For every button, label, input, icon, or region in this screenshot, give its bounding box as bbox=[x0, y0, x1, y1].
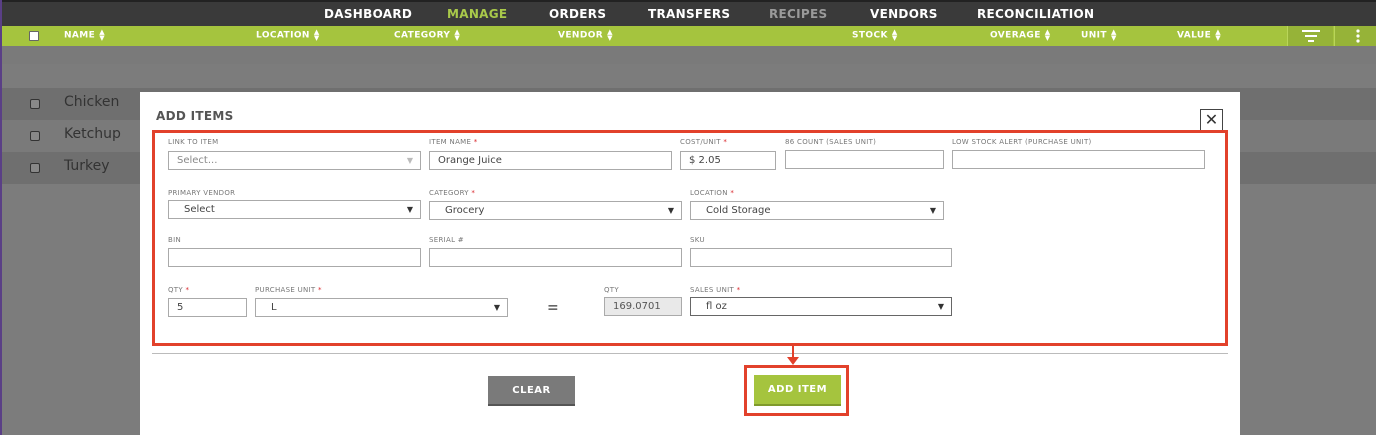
nav-dashboard[interactable]: DASHBOARD bbox=[324, 7, 412, 21]
kebab-menu-icon[interactable] bbox=[1334, 26, 1376, 46]
row-name: Ketchup bbox=[64, 126, 121, 142]
bin-input[interactable] bbox=[168, 248, 421, 267]
row-name: Turkey bbox=[64, 158, 110, 174]
qty-input[interactable]: 5 bbox=[168, 298, 247, 317]
category-label: CATEGORY * bbox=[429, 189, 476, 197]
link-to-item-select[interactable]: Select... ▼ bbox=[168, 151, 421, 170]
sort-icon: ▲ ▼ bbox=[607, 28, 613, 42]
column-header-location[interactable]: LOCATION ▲ ▼ bbox=[256, 28, 320, 42]
item-name-input[interactable]: Orange Juice bbox=[429, 151, 672, 170]
sales-unit-label: SALES UNIT * bbox=[690, 286, 741, 294]
modal-divider bbox=[152, 353, 1228, 354]
modal-title: ADD ITEMS bbox=[156, 109, 234, 123]
chevron-down-icon: ▼ bbox=[406, 156, 413, 165]
nav-vendors[interactable]: VENDORS bbox=[870, 7, 938, 21]
column-header-stock[interactable]: STOCK ▲ ▼ bbox=[852, 28, 898, 42]
sort-icon: ▲ ▼ bbox=[1215, 28, 1221, 42]
sort-icon: ▲ ▼ bbox=[1044, 28, 1051, 42]
table-spacer bbox=[2, 46, 1376, 64]
row-checkbox[interactable] bbox=[30, 99, 40, 109]
filter-icon[interactable] bbox=[1287, 26, 1333, 46]
nav-recipes[interactable]: RECIPES bbox=[769, 7, 827, 21]
sales-unit-select[interactable]: fl oz ▼ bbox=[690, 297, 952, 316]
low-stock-alert-input[interactable] bbox=[952, 150, 1205, 169]
chevron-down-icon: ▼ bbox=[929, 206, 936, 215]
row-checkbox[interactable] bbox=[30, 163, 40, 173]
purchase-unit-label: PURCHASE UNIT * bbox=[255, 286, 322, 294]
row-name: Chicken bbox=[64, 94, 120, 110]
chevron-down-icon: ▼ bbox=[406, 205, 413, 214]
primary-vendor-label: PRIMARY VENDOR bbox=[168, 189, 236, 197]
nav-transfers[interactable]: TRANSFERS bbox=[648, 7, 730, 21]
add-item-button[interactable]: ADD ITEM bbox=[754, 375, 841, 406]
arrow-down-icon bbox=[787, 357, 799, 365]
nav-manage[interactable]: MANAGE bbox=[447, 7, 507, 21]
cost-unit-label: COST/UNIT * bbox=[680, 138, 728, 146]
column-header-name[interactable]: NAME ▲ ▼ bbox=[64, 28, 105, 42]
nav-reconciliation[interactable]: RECONCILIATION bbox=[977, 7, 1094, 21]
column-header-value[interactable]: VALUE ▲ ▼ bbox=[1177, 28, 1221, 42]
column-header-unit[interactable]: UNIT ▲ ▼ bbox=[1081, 28, 1117, 42]
count-86-input[interactable] bbox=[785, 150, 944, 169]
column-header-category[interactable]: CATEGORY ▲ ▼ bbox=[394, 28, 461, 42]
table-header: NAME ▲ ▼ LOCATION ▲ ▼ CATEGORY ▲ ▼ VENDOR ▲ ▼ ST… bbox=[2, 26, 1376, 46]
sort-icon: ▲ ▼ bbox=[313, 28, 320, 42]
location-select[interactable]: Cold Storage ▼ bbox=[690, 201, 944, 220]
count-86-label: 86 COUNT (SALES UNIT) bbox=[785, 138, 877, 146]
chevron-down-icon: ▼ bbox=[493, 303, 500, 312]
sort-icon: ▲ ▼ bbox=[99, 28, 105, 42]
serial-input[interactable] bbox=[429, 248, 682, 267]
nav-orders[interactable]: ORDERS bbox=[549, 7, 606, 21]
close-icon[interactable]: ✕ bbox=[1200, 109, 1223, 132]
add-items-modal: ADD ITEMS ✕ LINK TO ITEM Select... ▼ ITE… bbox=[140, 92, 1240, 435]
serial-label: SERIAL # bbox=[429, 236, 464, 244]
primary-vendor-select[interactable]: Select ▼ bbox=[168, 200, 421, 219]
item-name-label: ITEM NAME * bbox=[429, 138, 478, 146]
clear-button[interactable]: CLEAR bbox=[488, 376, 575, 406]
column-header-vendor[interactable]: VENDOR ▲ ▼ bbox=[558, 28, 613, 42]
equals-sign: = bbox=[547, 300, 559, 316]
sort-icon: ▲ ▼ bbox=[1110, 28, 1117, 42]
category-select[interactable]: Grocery ▼ bbox=[429, 201, 682, 220]
sort-icon: ▲ ▼ bbox=[891, 28, 898, 42]
location-label: LOCATION * bbox=[690, 189, 735, 197]
low-stock-alert-label: LOW STOCK ALERT (PURCHASE UNIT) bbox=[952, 138, 1092, 146]
chevron-down-icon: ▼ bbox=[937, 302, 944, 311]
top-nav: DASHBOARD MANAGE ORDERS TRANSFERS RECIPE… bbox=[2, 0, 1376, 26]
sku-input[interactable] bbox=[690, 248, 952, 267]
qty-converted-field: 169.0701 bbox=[604, 297, 682, 316]
sku-label: SKU bbox=[690, 236, 705, 244]
column-header-overage[interactable]: OVERAGE ▲ ▼ bbox=[990, 28, 1051, 42]
qty-label: QTY * bbox=[168, 286, 190, 294]
purchase-unit-select[interactable]: L ▼ bbox=[255, 298, 508, 317]
link-to-item-label: LINK TO ITEM bbox=[168, 138, 219, 146]
chevron-down-icon: ▼ bbox=[667, 206, 674, 215]
app-window: DASHBOARD MANAGE ORDERS TRANSFERS RECIPE… bbox=[2, 0, 1376, 435]
bin-label: BIN bbox=[168, 236, 182, 244]
select-all-checkbox[interactable] bbox=[29, 31, 39, 41]
cost-unit-input[interactable]: $ 2.05 bbox=[680, 151, 776, 170]
row-checkbox[interactable] bbox=[30, 131, 40, 141]
sort-icon: ▲ ▼ bbox=[454, 28, 461, 42]
qty-converted-label: QTY bbox=[604, 286, 619, 294]
